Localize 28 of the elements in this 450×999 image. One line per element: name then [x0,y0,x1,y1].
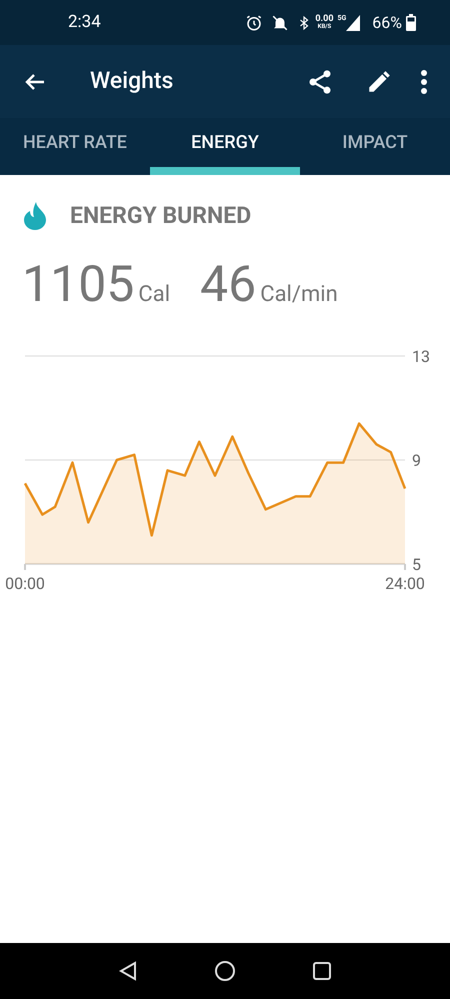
tick-mark [404,564,406,570]
y-tick-label: 13 [412,346,430,366]
tab[interactable]: IMPACT [300,118,450,175]
section-title: ENERGY BURNED [70,201,252,231]
recents-nav-icon[interactable] [312,961,332,981]
net-speed: 0.00 [315,15,334,24]
back-nav-icon[interactable] [118,961,138,981]
tick-mark [24,564,26,570]
y-tick-label: 9 [412,450,421,470]
stat-unit: Cal [138,280,170,308]
tab[interactable]: HEART RATE [0,118,150,175]
signal-icon [346,14,360,30]
x-tick-label: 00:00 [5,574,45,592]
home-nav-icon[interactable] [214,960,236,982]
screen-title: Weights [90,66,174,96]
x-tick-label: 24:00 [385,574,425,592]
stat-value: 1105 [22,260,134,310]
y-tick-label: 5 [412,554,421,574]
stat-value: 46 [200,260,256,310]
muted-bell-icon [271,14,290,32]
status-time: 2:34 [68,10,101,34]
battery-percent: 66% [372,12,402,34]
more-button[interactable] [420,68,428,94]
stat-unit: Cal/min [260,280,338,308]
alarm-icon [245,14,264,32]
flame-icon [24,202,46,230]
tab[interactable]: ENERGY [150,118,300,175]
battery-icon [406,14,416,31]
